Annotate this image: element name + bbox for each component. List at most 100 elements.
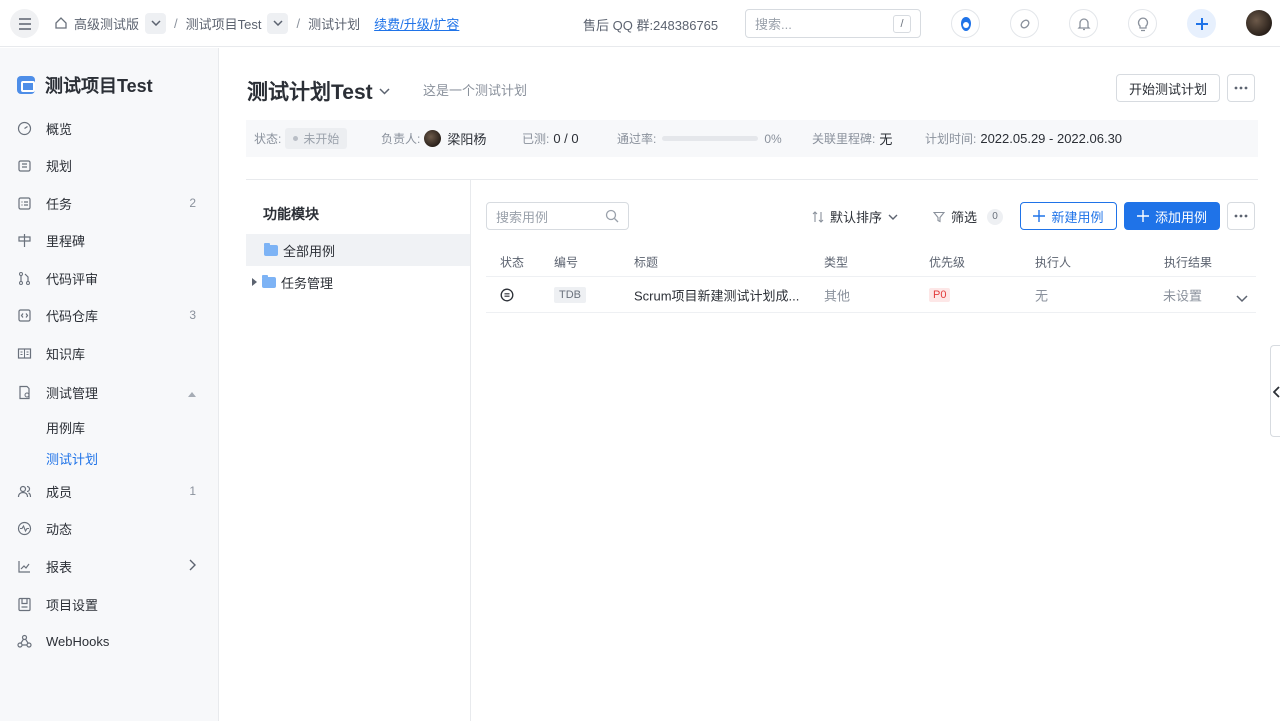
sidebar-subitem-test-plan[interactable]: 测试计划 [46,449,98,468]
module-item-task-management[interactable]: 任务管理 [246,266,470,298]
case-title-link[interactable]: Scrum项目新建测试计划成... [634,285,799,304]
plan-time-value: 2022.05.29 - 2022.06.30 [980,131,1123,146]
chevron-down-icon [150,20,161,26]
case-search-input[interactable]: 搜索用例 [486,202,629,230]
column-header-title: 标题 [634,255,659,270]
sidebar-item-code-review[interactable]: 代码评审 [0,262,218,294]
user-avatar[interactable] [1246,10,1272,36]
breadcrumb-current[interactable]: 测试计划 [308,14,360,33]
status-label: 状态: [254,132,282,146]
sidebar-item-planning[interactable]: 规划 [0,149,218,181]
plan-title-text: 测试计划Test [247,81,373,104]
hamburger-icon [18,17,31,30]
sidebar-item-repository[interactable]: 代码仓库 3 [0,299,218,331]
add-case-label: 添加用例 [1154,209,1207,225]
sidebar-item-milestones[interactable]: 里程碑 [0,224,218,256]
project-icon [17,76,35,94]
owner-label: 负责人: [381,132,421,146]
sidebar-item-label: 概览 [46,121,73,137]
notifications-button[interactable] [1069,9,1098,38]
filter-icon [933,211,945,222]
chevron-down-icon [888,214,898,220]
lightbulb-icon [1137,17,1148,31]
breadcrumb-org[interactable]: 高级测试版 [74,14,139,33]
sidebar-item-label: 测试管理 [46,385,99,401]
sidebar-item-activity[interactable]: 动态 [0,512,218,544]
case-executor[interactable]: 无 [1035,285,1048,304]
breadcrumb-separator: / [296,15,301,31]
tested-label: 已测: [522,132,550,146]
search-shortcut-key: / [893,14,911,33]
filter-button[interactable]: 筛选 0 [933,207,1004,226]
tips-button[interactable] [1128,9,1157,38]
sidebar-item-reports[interactable]: 报表 [0,550,218,582]
plan-title[interactable]: 测试计划Test [247,76,390,106]
sidebar-item-settings[interactable]: 项目设置 [0,588,218,620]
plus-icon [1195,17,1208,30]
module-item-all-cases[interactable]: 全部用例 [246,234,470,266]
create-button[interactable] [1187,9,1216,38]
expand-row-icon[interactable] [1236,291,1248,302]
webhook-icon [17,634,32,649]
sidebar-item-label: 代码仓库 [46,308,99,324]
bell-icon [1076,18,1091,31]
pass-rate-value: 0% [764,131,782,146]
plan-time-label: 计划时间: [925,132,977,146]
project-header[interactable]: 测试项目Test [17,72,153,98]
sidebar-item-count: 1 [189,484,196,498]
more-icon [1234,86,1248,90]
pass-rate-progress-bar [662,136,759,141]
column-header-code: 编号 [554,255,579,270]
status-value: 未开始 [303,132,340,146]
case-search-placeholder: 搜索用例 [496,209,549,225]
start-test-plan-button[interactable]: 开始测试计划 [1116,74,1220,102]
assistant-button[interactable] [951,9,980,38]
project-dropdown-button[interactable] [267,12,289,34]
breadcrumb-project[interactable]: 测试项目Test [186,14,262,33]
sidebar-item-tasks[interactable]: 任务 2 [0,187,218,219]
case-status-icon[interactable] [500,288,514,302]
add-case-button[interactable]: 添加用例 [1124,202,1220,230]
sidebar-subitem-case-library[interactable]: 用例库 [46,418,85,437]
pass-rate-label: 通过率: [617,132,657,146]
sort-dropdown[interactable]: 默认排序 [812,207,898,226]
link-button[interactable] [1010,9,1039,38]
plan-description: 这是一个测试计划 [423,83,528,98]
global-search-input[interactable]: 搜索... / [745,9,921,38]
sidebar-item-overview[interactable]: 概览 [0,112,218,144]
activity-icon [17,521,32,536]
sidebar-item-webhooks[interactable]: WebHooks [0,625,218,657]
plan-info-bar: 状态: 未开始 负责人: 梁阳杨 已测: 0 / 0 通过率: 0% 关联里程碑… [246,120,1258,157]
owner-avatar [424,130,442,147]
menu-button[interactable] [10,9,39,38]
collapse-caret-icon[interactable] [188,385,196,400]
new-case-button[interactable]: 新建用例 [1020,202,1117,230]
case-code-badge: TDB [554,286,586,303]
new-case-label: 新建用例 [1051,209,1104,225]
module-item-label: 任务管理 [281,275,334,291]
sidebar: 测试项目Test 概览 规划 任务 2 里程碑 代码评审 代码仓库 3 知识库 … [0,48,219,721]
org-dropdown-button[interactable] [145,12,167,34]
more-icon [1234,214,1248,218]
cases-more-button[interactable] [1227,202,1255,230]
upgrade-link[interactable]: 续费/升级/扩容 [374,14,459,33]
case-result[interactable]: 未设置 [1163,285,1202,304]
sidebar-item-label: 代码评审 [46,271,99,287]
sidebar-item-wiki[interactable]: 知识库 [0,337,218,369]
milestone-label: 关联里程碑: [812,132,876,146]
side-panel-toggle[interactable] [1270,345,1280,437]
plan-more-button[interactable] [1227,74,1255,102]
code-icon [17,308,32,323]
table-row[interactable]: TDB Scrum项目新建测试计划成... 其他 P0 无 未设置 [486,276,1256,313]
expand-arrow-icon[interactable] [252,278,257,286]
folder-icon [262,274,276,288]
column-header-result: 执行结果 [1164,255,1213,270]
sort-label: 默认排序 [830,210,883,225]
sidebar-item-label: 项目设置 [46,597,99,613]
sidebar-item-test-management[interactable]: 测试管理 [0,376,218,408]
top-bar: 高级测试版 / 测试项目Test / 测试计划 续费/升级/扩容 售后 QQ 群… [0,0,1280,47]
test-icon [17,385,32,400]
filter-count-badge: 0 [987,208,1004,225]
sidebar-item-members[interactable]: 成员 1 [0,475,218,507]
breadcrumb: 高级测试版 / 测试项目Test / 测试计划 续费/升级/扩容 [54,12,459,34]
